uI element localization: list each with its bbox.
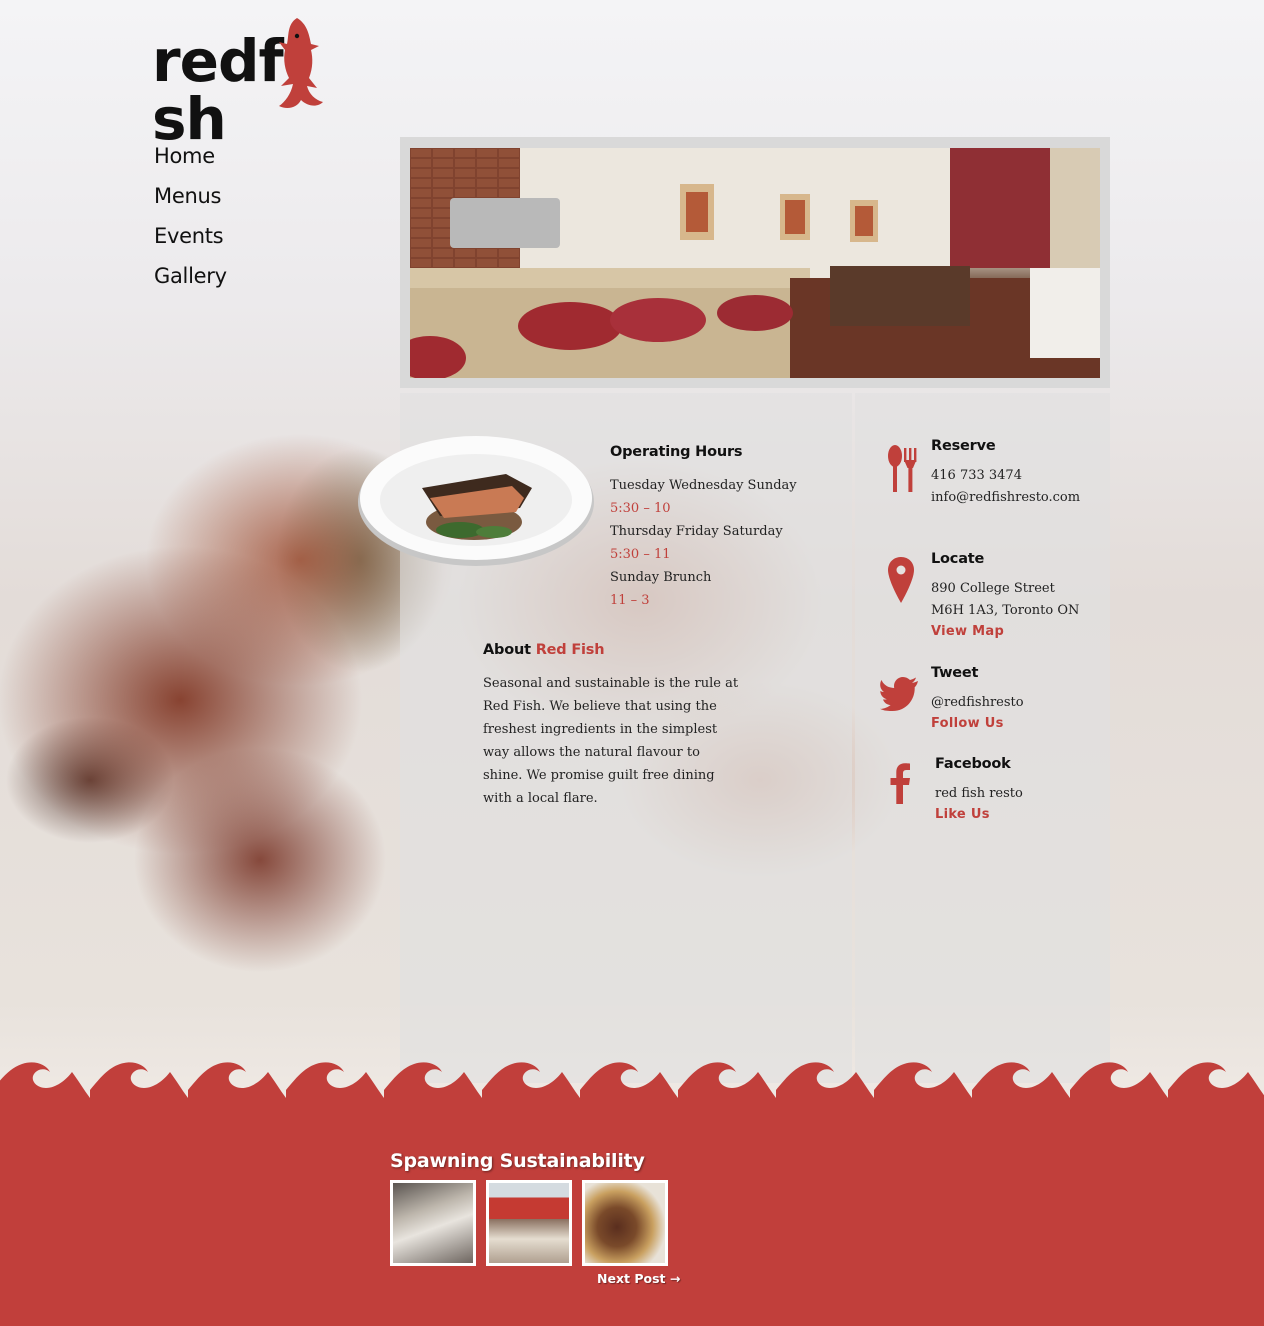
nav-link-events[interactable]: Events <box>154 224 224 248</box>
restaurant-interior-photo <box>410 148 1100 378</box>
address-city: M6H 1A3, Toronto ON <box>931 603 1080 618</box>
blog-section-title: Spawning Sustainability <box>390 1150 645 1172</box>
hours-days: Tuesday Wednesday Sunday <box>610 478 797 493</box>
hours-time: 5:30 – 11 <box>610 547 671 562</box>
next-post-link[interactable]: Next Post → <box>597 1271 680 1286</box>
nav-item-events: Events <box>154 224 227 264</box>
main-nav: Home Menus Events Gallery <box>154 144 227 304</box>
hours-days: Thursday Friday Saturday <box>610 524 783 539</box>
locate-title: Locate <box>931 551 985 567</box>
about-text: Seasonal and sustainable is the rule at … <box>483 676 739 806</box>
follow-us-link[interactable]: Follow Us <box>931 714 1024 734</box>
tweet-title: Tweet <box>931 665 979 681</box>
plated-fish-photo <box>358 436 594 566</box>
hours-time: 5:30 – 10 <box>610 501 671 516</box>
nav-item-home: Home <box>154 144 227 184</box>
facebook-name: red fish resto <box>935 786 1023 801</box>
view-map-link[interactable]: View Map <box>931 622 1079 642</box>
facebook-title: Facebook <box>935 756 1011 772</box>
storefront-photo <box>489 1183 569 1263</box>
reserve-email[interactable]: info@redfishresto.com <box>931 487 1080 509</box>
nav-link-gallery[interactable]: Gallery <box>154 264 227 288</box>
reserve-phone[interactable]: 416 733 3474 <box>931 465 1080 487</box>
facebook-icon <box>890 763 910 804</box>
map-pin-icon <box>888 557 914 603</box>
nav-item-gallery: Gallery <box>154 264 227 304</box>
hours-time: 11 – 3 <box>610 593 650 608</box>
blog-thumbnail[interactable] <box>486 1180 572 1266</box>
nav-link-home[interactable]: Home <box>154 144 215 168</box>
fork-knife-icon <box>888 445 917 492</box>
site-logo[interactable]: redfsh <box>152 14 384 148</box>
nav-item-menus: Menus <box>154 184 227 224</box>
blog-thumbnail[interactable] <box>582 1180 668 1266</box>
blog-thumbnail[interactable] <box>390 1180 476 1266</box>
operating-hours: Operating Hours Tuesday Wednesday Sunday… <box>610 444 830 612</box>
about-title: About Red Fish <box>483 642 605 658</box>
chef-with-fish-photo <box>393 1183 473 1263</box>
reserve-title: Reserve <box>931 438 996 454</box>
twitter-handle: @redfishresto <box>931 695 1024 710</box>
red-fish-logo-icon <box>279 18 323 108</box>
hours-title: Operating Hours <box>610 444 743 460</box>
about-section: About Red Fish Seasonal and sustainable … <box>483 642 743 810</box>
nav-link-menus[interactable]: Menus <box>154 184 221 208</box>
hero-image-frame <box>400 137 1110 388</box>
address-street: 890 College Street <box>931 581 1055 596</box>
hours-days: Sunday Brunch <box>610 570 712 585</box>
twitter-bird-icon <box>880 677 918 711</box>
waffle-dish-photo <box>585 1183 665 1263</box>
like-us-link[interactable]: Like Us <box>935 805 1023 825</box>
wave-border <box>0 1062 1264 1110</box>
